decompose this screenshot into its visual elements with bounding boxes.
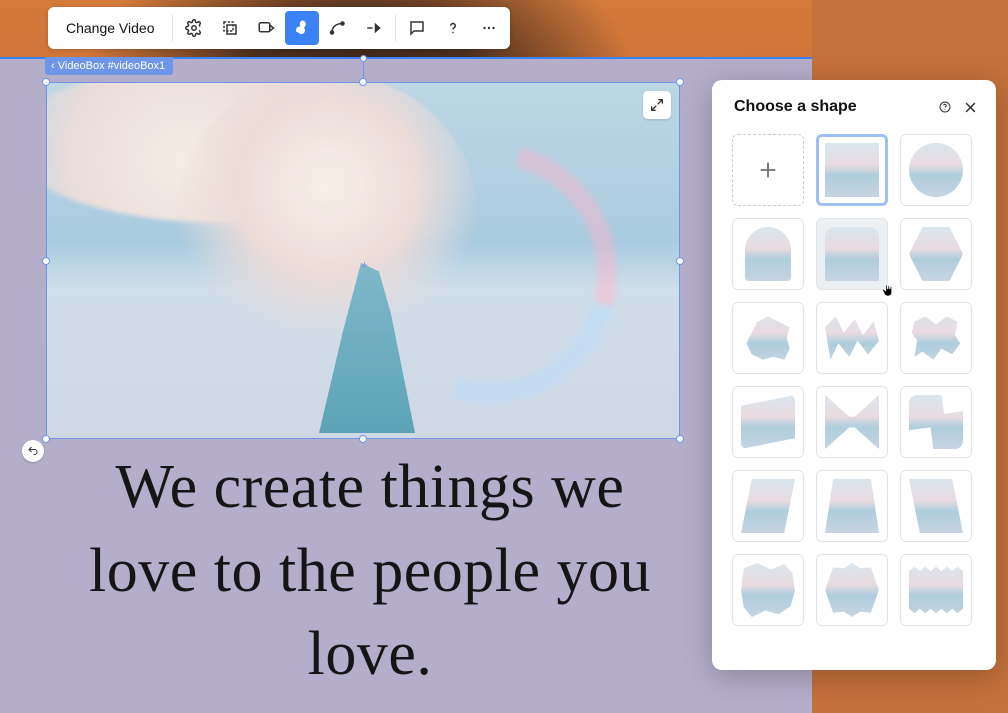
- shape-thumb: [825, 563, 879, 617]
- shape-thumb: [909, 479, 963, 533]
- toolbar-divider: [172, 15, 173, 41]
- shape-option-hexagon[interactable]: [900, 218, 972, 290]
- toolbar-divider: [395, 15, 396, 41]
- shape-thumb: [741, 311, 795, 365]
- resize-handle-tm[interactable]: [359, 78, 367, 86]
- shape-option-add[interactable]: [732, 134, 804, 206]
- shape-thumb: [741, 563, 795, 617]
- shape-option-bowtie[interactable]: [816, 386, 888, 458]
- panel-help-icon[interactable]: [939, 101, 951, 113]
- shape-option-rectangle[interactable]: [816, 134, 888, 206]
- panel-body[interactable]: [712, 130, 996, 670]
- panel-title: Choose a shape: [734, 98, 857, 116]
- panel-header: Choose a shape: [712, 80, 996, 130]
- undo-button[interactable]: [22, 440, 44, 462]
- cursor-icon: [879, 281, 897, 299]
- shape-option-cloud[interactable]: [732, 302, 804, 374]
- shape-option-parallelogram-right[interactable]: [900, 470, 972, 542]
- shape-thumb: [909, 143, 963, 197]
- rotate-handle[interactable]: [360, 55, 367, 62]
- shape-option-parallelogram-left[interactable]: [732, 470, 804, 542]
- shape-option-wave[interactable]: [732, 386, 804, 458]
- resize-handle-tl[interactable]: [42, 78, 50, 86]
- resize-handle-mr[interactable]: [676, 257, 684, 265]
- change-video-button[interactable]: Change Video: [52, 11, 168, 45]
- center-marker: +: [361, 258, 368, 272]
- shape-option-trapezoid[interactable]: [816, 470, 888, 542]
- shape-thumb: [741, 479, 795, 533]
- animation-icon[interactable]: [357, 11, 391, 45]
- shape-option-arch[interactable]: [732, 218, 804, 290]
- close-icon[interactable]: [963, 100, 978, 115]
- floating-toolbar: Change Video: [48, 7, 510, 49]
- crop-icon[interactable]: [213, 11, 247, 45]
- shape-thumb: [745, 227, 791, 281]
- more-icon[interactable]: [472, 11, 506, 45]
- shape-option-puzzle[interactable]: [900, 302, 972, 374]
- curve-icon[interactable]: [321, 11, 355, 45]
- shape-grid: [732, 134, 980, 626]
- comment-icon[interactable]: [400, 11, 434, 45]
- mask-icon[interactable]: [249, 11, 283, 45]
- shape-thumb: [825, 395, 879, 449]
- expand-button[interactable]: [643, 91, 671, 119]
- shape-option-rounded-top[interactable]: [816, 218, 888, 290]
- resize-handle-ml[interactable]: [42, 257, 50, 265]
- shape-option-ticket[interactable]: [900, 554, 972, 626]
- shape-option-circle[interactable]: [900, 134, 972, 206]
- shape-option-zigzag[interactable]: [816, 302, 888, 374]
- shape-option-blob[interactable]: [900, 386, 972, 458]
- shape-thumb: [825, 227, 879, 281]
- shape-option-ornament[interactable]: [816, 554, 888, 626]
- resize-handle-bm[interactable]: [359, 435, 367, 443]
- resize-handle-tr[interactable]: [676, 78, 684, 86]
- shape-thumb: [909, 311, 963, 365]
- element-tag[interactable]: VideoBox #videoBox1: [45, 57, 173, 75]
- resize-handle-bl[interactable]: [42, 435, 50, 443]
- shape-thumb: [741, 395, 795, 449]
- shape-thumb: [909, 227, 963, 281]
- shape-panel: Choose a shape: [712, 80, 996, 670]
- resize-handle-br[interactable]: [676, 435, 684, 443]
- settings-icon[interactable]: [177, 11, 211, 45]
- shape-thumb: [909, 563, 963, 617]
- shape-icon[interactable]: [285, 11, 319, 45]
- shape-thumb: [825, 311, 879, 365]
- headline-text[interactable]: We create things we love to the people y…: [60, 446, 680, 697]
- shape-thumb: [909, 395, 963, 449]
- help-icon[interactable]: [436, 11, 470, 45]
- shape-thumb: [825, 143, 879, 197]
- shape-option-torn[interactable]: [732, 554, 804, 626]
- shape-thumb: [825, 479, 879, 533]
